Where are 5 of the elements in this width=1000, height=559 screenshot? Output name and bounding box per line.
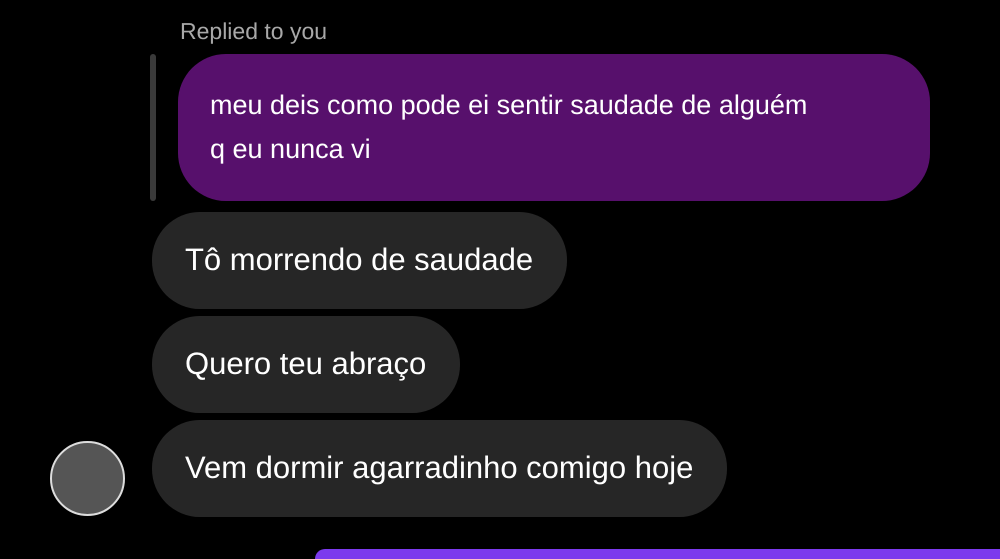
quoted-message: meu deis como pode ei sentir saudade de alguém q eu nunca vi [178,54,930,201]
reply-label: Replied to you [180,18,328,46]
message-bubble: Vem dormir agarradinho comigo hoje [152,420,728,517]
message-bubble: Tô morrendo de saudade [152,212,568,309]
message-bubble: Quero teu abraço [152,316,460,413]
